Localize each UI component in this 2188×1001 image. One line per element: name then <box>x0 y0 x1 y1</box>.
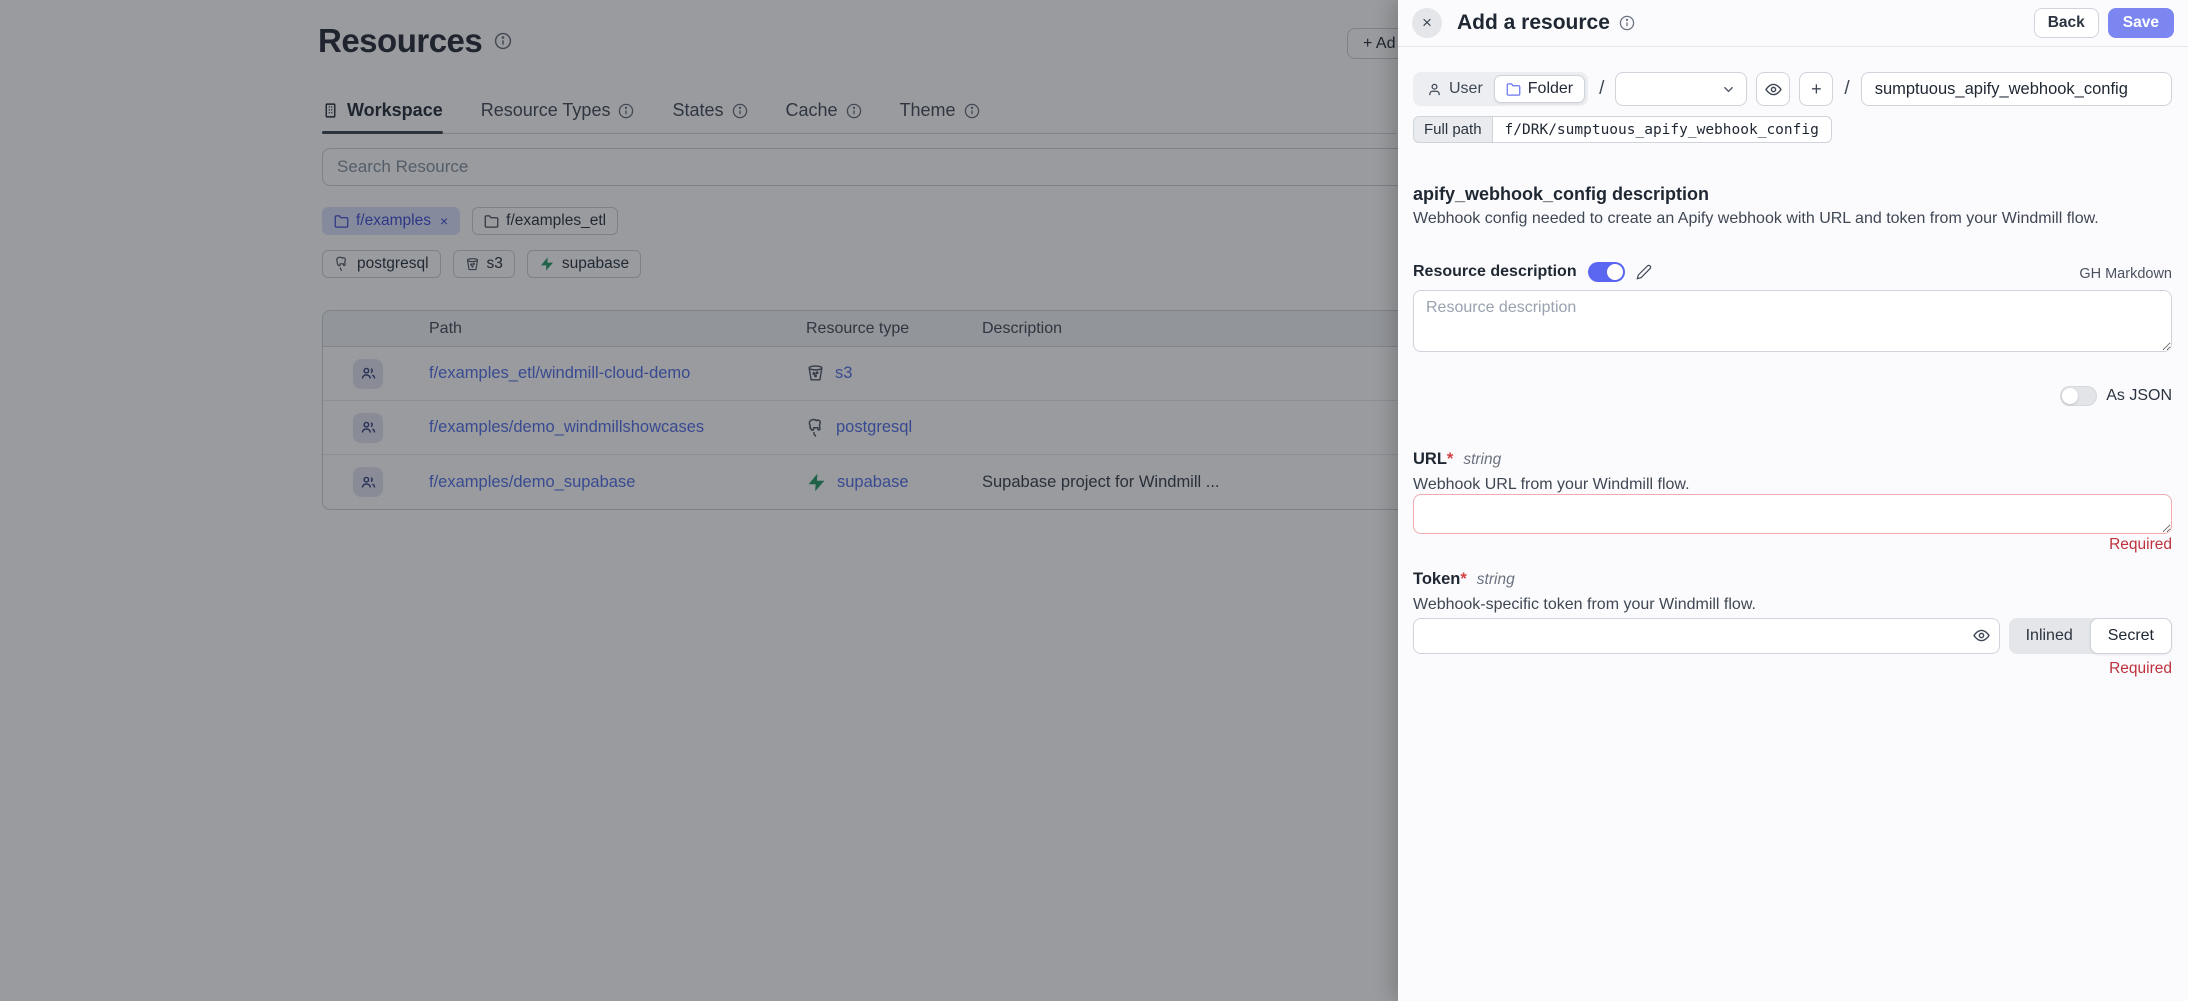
url-field-type: string <box>1463 451 1501 469</box>
folder-select[interactable] <box>1615 72 1747 106</box>
app-root: Resources + Ad Workspace Resource Types … <box>0 0 2188 1001</box>
owner-folder-option[interactable]: Folder <box>1494 75 1585 103</box>
pencil-icon[interactable] <box>1636 264 1652 280</box>
token-inlined-option[interactable]: Inlined <box>2009 618 2090 654</box>
owner-kind-toggle: User Folder <box>1413 72 1588 106</box>
user-icon <box>1427 82 1442 97</box>
url-field-label-row: URL* string <box>1413 450 1501 469</box>
path-separator: / <box>1597 78 1606 100</box>
as-json-row: As JSON <box>2060 386 2172 406</box>
url-input[interactable] <box>1413 494 2172 534</box>
full-path-row: Full path f/DRK/sumptuous_apify_webhook_… <box>1413 116 1832 143</box>
token-field-help: Webhook-specific token from your Windmil… <box>1413 596 1756 614</box>
schema-subheading: Webhook config needed to create an Apify… <box>1413 210 2099 228</box>
drawer-body: User Folder / + / <box>1413 0 2172 1001</box>
add-folder-button[interactable]: + <box>1799 72 1833 106</box>
owner-user-label: User <box>1449 80 1483 98</box>
as-json-toggle[interactable] <box>2060 386 2097 406</box>
add-resource-drawer: × Add a resource Back Save User Folder <box>1398 0 2188 1001</box>
eye-icon[interactable] <box>1973 627 1990 644</box>
full-path-label: Full path <box>1413 116 1493 143</box>
resource-name-input[interactable] <box>1861 72 2172 106</box>
owner-user-option[interactable]: User <box>1416 75 1494 103</box>
eye-icon <box>1765 81 1782 98</box>
gh-markdown-hint: GH Markdown <box>2079 266 2172 282</box>
required-asterisk: * <box>1460 570 1466 588</box>
description-label: Resource description <box>1413 263 1577 281</box>
url-required-error: Required <box>2109 536 2172 554</box>
token-input[interactable] <box>1413 618 2000 654</box>
token-storage-toggle: Inlined Secret <box>2009 618 2172 654</box>
required-asterisk: * <box>1447 450 1453 468</box>
path-separator: / <box>1842 78 1851 100</box>
schema-heading: apify_webhook_config description <box>1413 184 1709 205</box>
token-field-label: Token* <box>1413 570 1467 589</box>
token-field-type: string <box>1477 571 1515 589</box>
as-json-label: As JSON <box>2106 387 2172 405</box>
url-field-label: URL* <box>1413 450 1453 469</box>
token-secret-option[interactable]: Secret <box>2090 618 2172 654</box>
description-toggle[interactable] <box>1588 262 1625 282</box>
full-path-value: f/DRK/sumptuous_apify_webhook_config <box>1493 116 1832 143</box>
token-required-error: Required <box>2109 660 2172 678</box>
description-header-row: Resource description GH Markdown <box>1413 262 2172 282</box>
token-input-row: Inlined Secret <box>1413 618 2172 654</box>
chevron-down-icon <box>1721 82 1736 97</box>
url-field-help: Webhook URL from your Windmill flow. <box>1413 476 1690 494</box>
description-textarea[interactable] <box>1413 290 2172 352</box>
folder-icon <box>1506 82 1521 97</box>
view-folder-button[interactable] <box>1756 72 1790 106</box>
path-builder-row: User Folder / + / <box>1413 72 2172 106</box>
token-field-label-row: Token* string <box>1413 570 1515 589</box>
owner-folder-label: Folder <box>1528 80 1573 98</box>
